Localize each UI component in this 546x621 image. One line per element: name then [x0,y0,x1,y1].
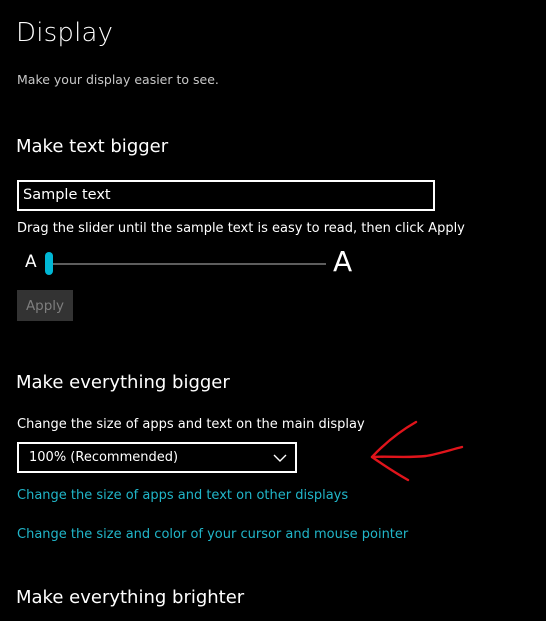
section-heading-make-everything-bigger: Make everything bigger [16,372,230,393]
slider-max-label: A [333,245,353,278]
scale-dropdown-value: 100% (Recommended) [29,450,179,465]
section-heading-make-text-bigger: Make text bigger [16,136,169,157]
apply-button[interactable]: Apply [17,290,73,321]
slider-min-label: A [25,252,37,272]
display-settings-page: Display Make your display easier to see.… [0,0,546,621]
sample-text-field[interactable]: Sample text [17,180,435,211]
chevron-down-icon [273,454,287,462]
link-other-displays[interactable]: Change the size of apps and text on othe… [17,487,348,505]
scale-dropdown[interactable]: 100% (Recommended) [17,442,297,473]
section-heading-make-everything-brighter: Make everything brighter [16,587,245,608]
hand-drawn-arrow-icon [370,420,464,482]
page-title: Display [16,18,114,48]
text-size-slider-track[interactable] [45,263,326,265]
slider-hint: Drag the slider until the sample text is… [17,221,465,236]
link-cursor-pointer[interactable]: Change the size and color of your cursor… [17,526,408,544]
page-subtitle: Make your display easier to see. [17,72,219,87]
text-size-slider-thumb[interactable] [45,252,53,275]
scale-label: Change the size of apps and text on the … [17,417,365,432]
